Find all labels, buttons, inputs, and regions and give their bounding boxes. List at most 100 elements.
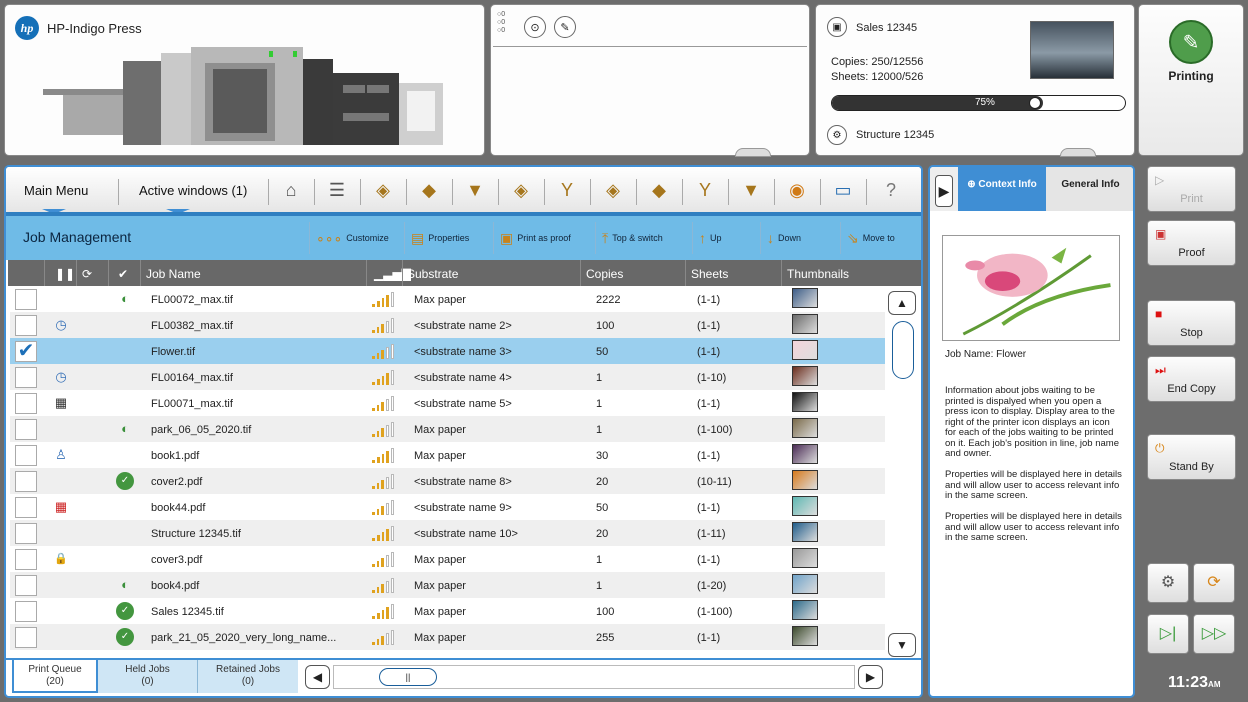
column-thumbnails[interactable]: Thumbnails <box>787 267 849 281</box>
help-icon[interactable]: ? <box>878 178 904 202</box>
fast-forward-button[interactable]: ▷▷ <box>1193 614 1235 654</box>
job-state-icon: ✓ <box>116 602 134 620</box>
row-checkbox[interactable] <box>15 627 37 648</box>
table-row[interactable]: ✓ park_21_05_2020_very_long_name... Max pa… <box>10 624 885 650</box>
horizontal-scrollbar[interactable]: ◀ || ▶ <box>305 665 885 691</box>
structure-icon: ⚙ <box>827 125 847 145</box>
up-button[interactable]: ↑ Up <box>692 222 728 254</box>
press-icon-9[interactable]: ▼ <box>738 178 764 202</box>
table-row[interactable]: ✓ cover2.pdf <substrate name 8> 20 (10-11) <box>10 468 885 494</box>
column-substrate[interactable]: Substrate <box>407 267 458 281</box>
job-status-icon: ◷ <box>55 317 67 332</box>
table-row[interactable]: ◷ FL00382_max.tif <substrate name 2> 100 (1-… <box>10 312 885 338</box>
tab-retained-jobs[interactable]: Retained Jobs (0) <box>198 660 298 693</box>
top-and-switch-button[interactable]: ⤒ Top & switch <box>595 222 669 254</box>
table-row[interactable]: ◐ park_06_05_2020.tif Max paper 1 (1-100) <box>10 416 885 442</box>
vertical-scrollbar[interactable]: ▲ ▼ <box>888 291 918 657</box>
stop-button[interactable]: ■ Stop <box>1147 300 1236 346</box>
main-toolbar: Main Menu Active windows (1) ⌂ ☰ ◈ ◆ ▼ ◈… <box>6 167 921 214</box>
divider <box>728 179 729 205</box>
signal-column-icon[interactable]: ▁▃▅▇ <box>374 267 411 281</box>
table-row[interactable]: ▦ book44.pdf <substrate name 9> 50 (1-1) <box>10 494 885 520</box>
printing-status-button[interactable]: ✎ Printing <box>1138 4 1244 156</box>
recycle-column-icon[interactable]: ⟳ <box>82 267 92 281</box>
tab-held-jobs[interactable]: Held Jobs (0) <box>98 660 198 693</box>
pause-column-icon[interactable]: ❚❚ <box>55 267 75 281</box>
copies-cell: 1 <box>596 554 603 566</box>
check-column-icon[interactable]: ✔ <box>118 267 128 281</box>
row-checkbox[interactable] <box>15 445 37 466</box>
table-row[interactable]: Structure 12345.tif <substrate name 10> 20… <box>10 520 885 546</box>
customize-button[interactable]: ∘∘∘ Customize <box>309 222 395 254</box>
sheets-cell: (1-1) <box>697 554 721 566</box>
horizontal-thumb[interactable]: || <box>379 668 437 686</box>
table-row[interactable]: ✓ Sales 12345.tif Max paper 100 (1-100) <box>10 598 885 624</box>
column-job-name[interactable]: Job Name <box>146 267 201 281</box>
press-icon-3[interactable]: ▼ <box>462 178 488 202</box>
scroll-left-button[interactable]: ◀ <box>305 665 330 689</box>
step-play-button[interactable]: ▷| <box>1147 614 1189 654</box>
queue-tool-icon[interactable]: ✎ <box>554 16 576 38</box>
press-icon-2[interactable]: ◆ <box>416 178 442 202</box>
signal-icon <box>372 448 394 463</box>
row-checkbox[interactable] <box>15 289 37 310</box>
table-row[interactable]: ◐ FL00072_max.tif Max paper 2222 (1-1) <box>10 286 885 312</box>
step-play-icon: ▷| <box>1159 625 1177 642</box>
table-row[interactable]: ▦ FL00071_max.tif <substrate name 5> 1 (1-1) <box>10 390 885 416</box>
row-checkbox[interactable] <box>15 523 37 544</box>
column-copies[interactable]: Copies <box>586 267 623 281</box>
scroll-right-button[interactable]: ▶ <box>858 665 883 689</box>
end-copy-button[interactable]: ⏭ End Copy <box>1147 356 1236 402</box>
tab-print-queue[interactable]: Print Queue (20) <box>12 660 98 693</box>
message-icon[interactable]: ▭ <box>830 178 856 202</box>
print-as-proof-button[interactable]: ▣ Print as proof <box>493 222 577 254</box>
printing-status-icon: ✎ <box>1169 20 1213 64</box>
table-row[interactable]: ◷ FL00164_max.tif <substrate name 4> 1 (1-10… <box>10 364 885 390</box>
expand-handle[interactable] <box>735 148 771 157</box>
horizontal-track[interactable]: || <box>333 665 855 689</box>
tab-context-info[interactable]: ⊕ Context Info <box>958 167 1046 211</box>
press-icon-1[interactable]: ◈ <box>370 178 396 202</box>
expand-handle[interactable] <box>1060 148 1096 157</box>
row-checkbox[interactable]: ✔ <box>15 341 37 362</box>
table-row[interactable]: ◐ book4.pdf Max paper 1 (1-20) <box>10 572 885 598</box>
active-windows-button[interactable]: Active windows (1) <box>139 183 247 198</box>
press-icon-6[interactable]: ◈ <box>600 178 626 202</box>
press-icon-5[interactable]: Y <box>554 178 580 202</box>
row-checkbox[interactable] <box>15 575 37 596</box>
maintenance-button[interactable]: ⟳ <box>1193 563 1235 603</box>
row-checkbox[interactable] <box>15 315 37 336</box>
settings-button[interactable]: ⚙ <box>1147 563 1189 603</box>
properties-button[interactable]: ▤ Properties <box>404 222 475 254</box>
proof-button[interactable]: ▣ Proof <box>1147 220 1236 266</box>
queue-job-icon[interactable]: ⊙ <box>524 16 546 38</box>
table-row[interactable]: ♙ book1.pdf Max paper 30 (1-1) <box>10 442 885 468</box>
stand-by-button[interactable]: ⏻ Stand By <box>1147 434 1236 480</box>
row-checkbox[interactable] <box>15 419 37 440</box>
table-row[interactable]: ✔ Flower.tif <substrate name 3> 50 (1-1) <box>10 338 885 364</box>
print-button[interactable]: ▷ Print <box>1147 166 1236 212</box>
press-icon-8[interactable]: Y <box>692 178 718 202</box>
row-checkbox[interactable] <box>15 601 37 622</box>
down-button[interactable]: ↓ Down <box>760 222 807 254</box>
collapse-arrow-icon[interactable]: ▶ <box>935 175 953 207</box>
scroll-thumb[interactable] <box>892 321 914 379</box>
press-panel[interactable]: hp HP-Indigo Press <box>4 4 485 156</box>
row-checkbox[interactable] <box>15 471 37 492</box>
tab-general-info[interactable]: General Info <box>1046 167 1133 211</box>
row-checkbox[interactable] <box>15 549 37 570</box>
list-icon[interactable]: ☰ <box>324 178 350 202</box>
scroll-up-button[interactable]: ▲ <box>888 291 916 315</box>
column-sheets[interactable]: Sheets <box>691 267 728 281</box>
row-checkbox[interactable] <box>15 367 37 388</box>
table-row[interactable]: 🔒 cover3.pdf Max paper 1 (1-1) <box>10 546 885 572</box>
row-checkbox[interactable] <box>15 393 37 414</box>
press-icon-10[interactable]: ◉ <box>784 178 810 202</box>
press-icon-7[interactable]: ◆ <box>646 178 672 202</box>
home-icon[interactable]: ⌂ <box>278 178 304 202</box>
scroll-down-button[interactable]: ▼ <box>888 633 916 657</box>
row-checkbox[interactable] <box>15 497 37 518</box>
main-menu-button[interactable]: Main Menu <box>24 183 88 198</box>
move-to-button[interactable]: ⇘ Move to <box>840 222 901 254</box>
press-icon-4[interactable]: ◈ <box>508 178 534 202</box>
